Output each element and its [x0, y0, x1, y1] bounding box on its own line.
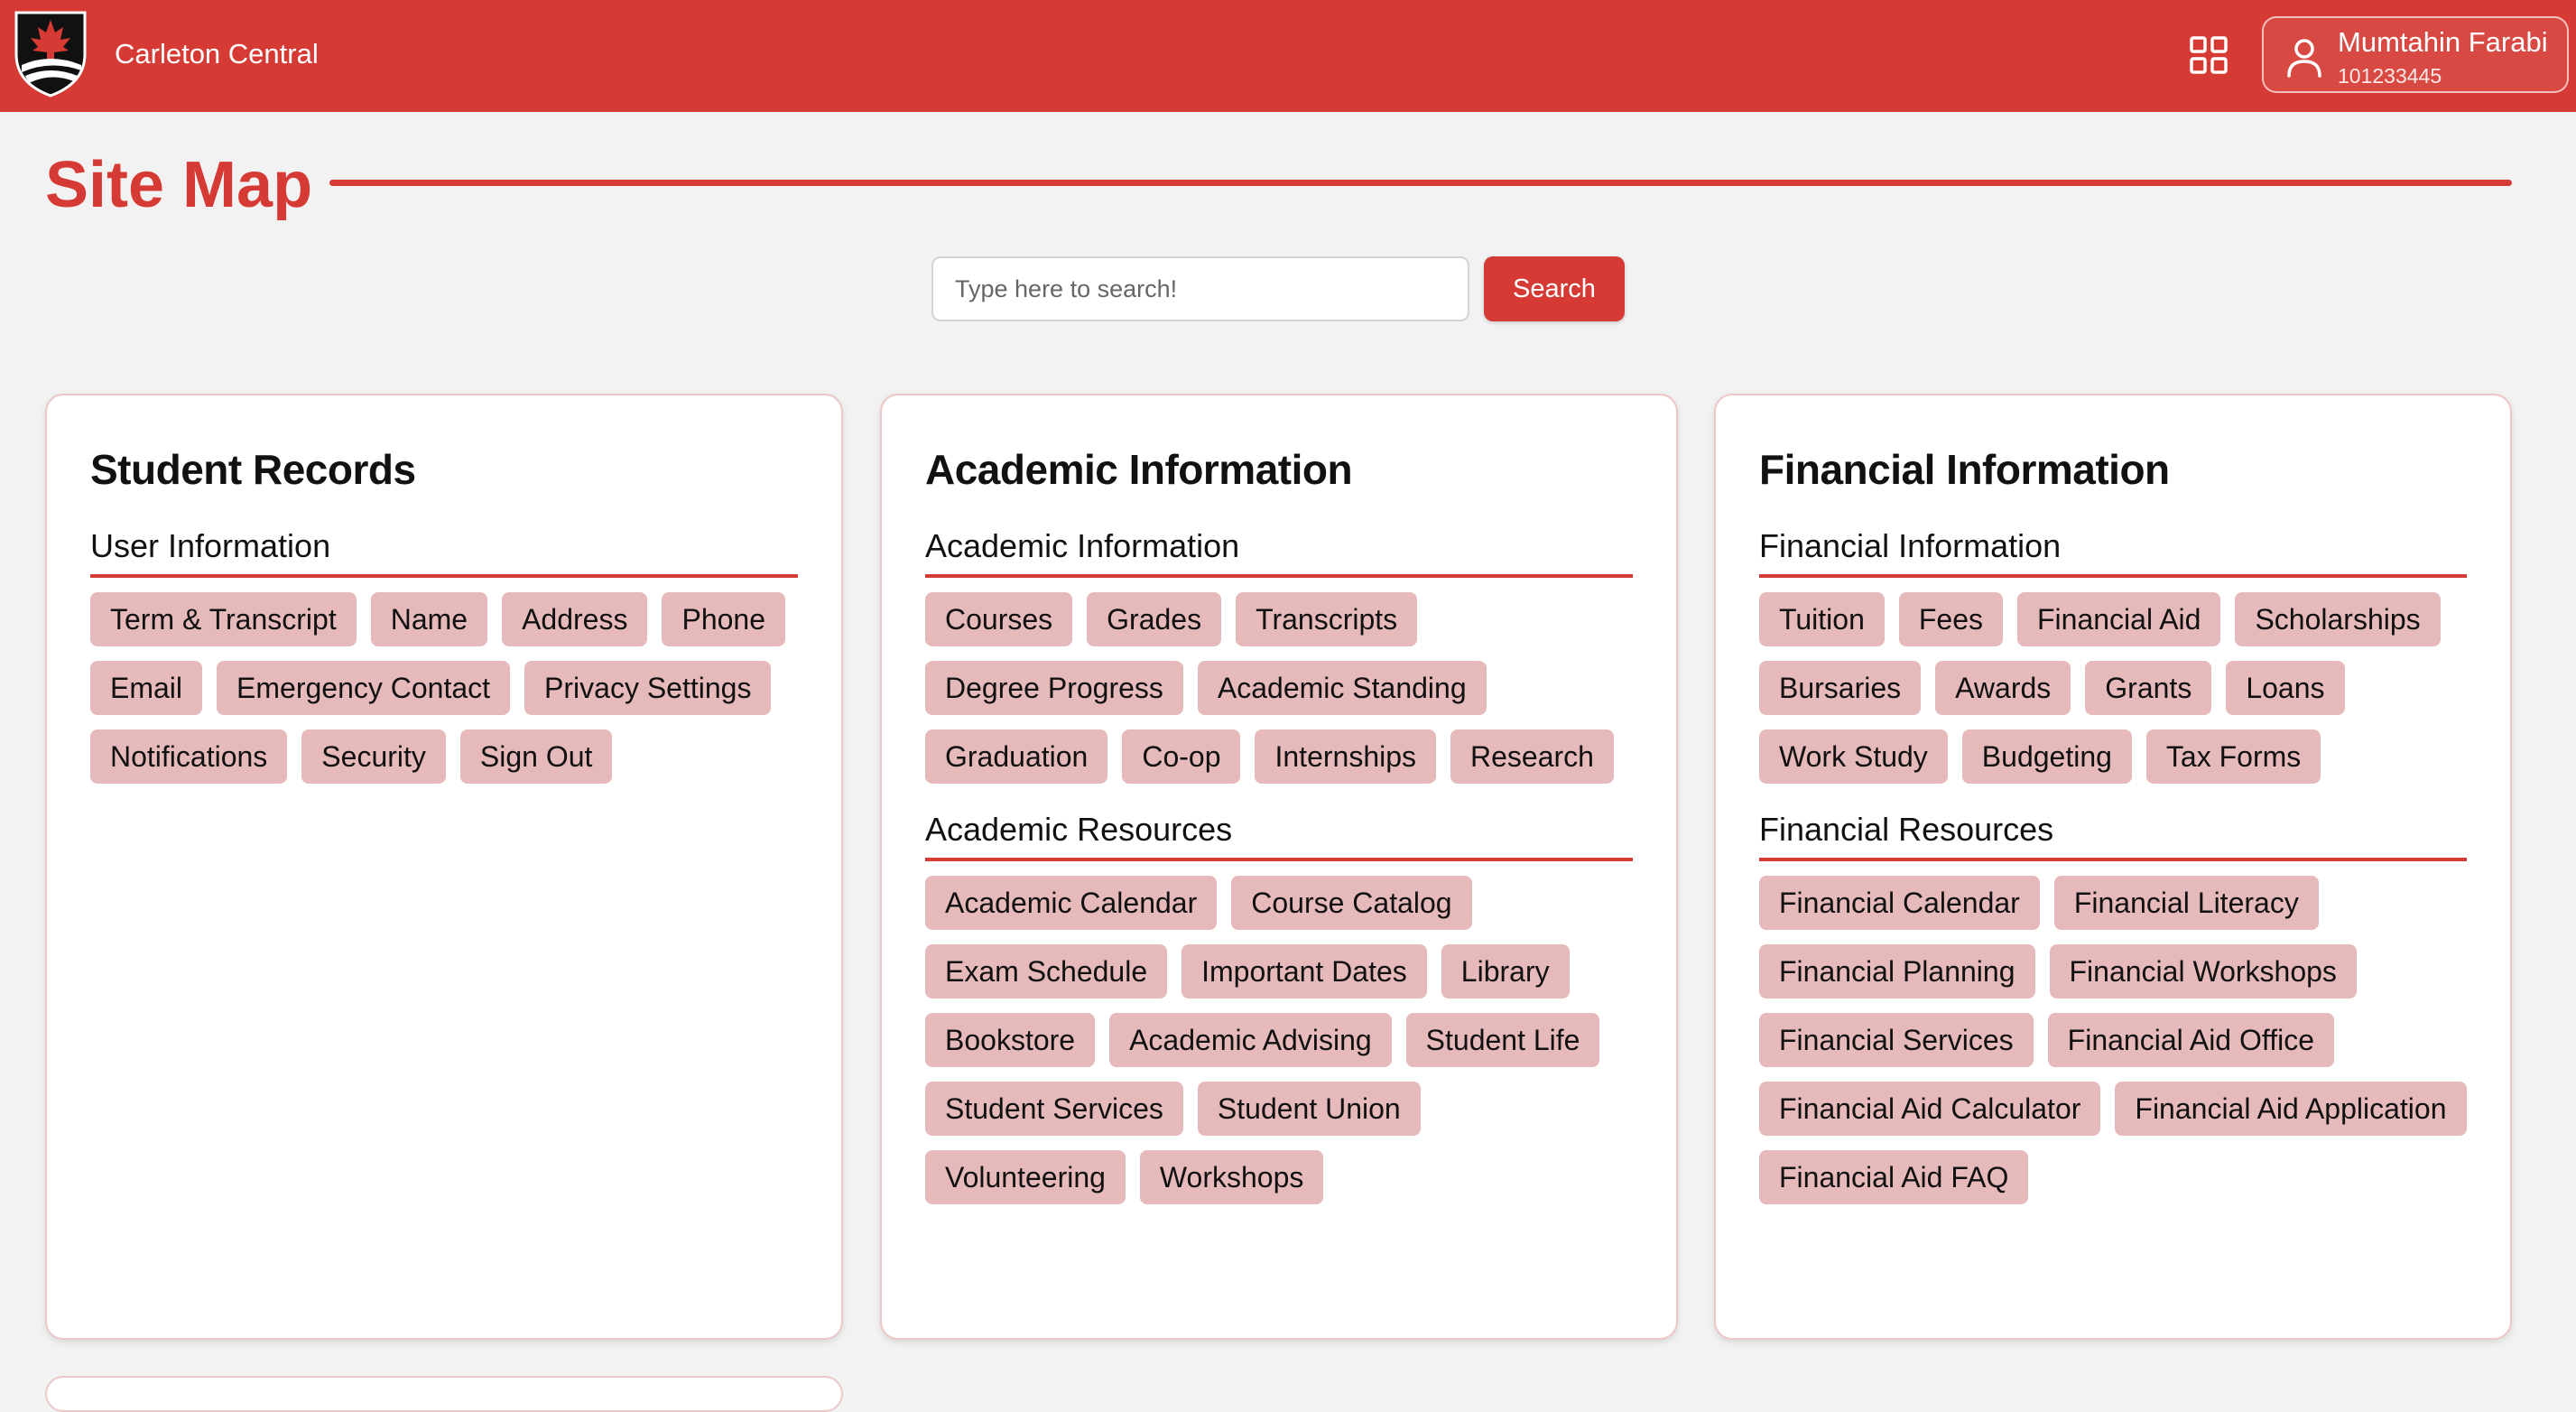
- apps-grid-button[interactable]: [2188, 34, 2229, 76]
- sitemap-link-chip[interactable]: Bookstore: [925, 1013, 1096, 1067]
- sitemap-link-chip[interactable]: Financial Aid Calculator: [1759, 1082, 2101, 1136]
- sitemap-link-chip[interactable]: Volunteering: [925, 1150, 1126, 1204]
- section-title: Academic Information: [925, 525, 1633, 578]
- link-list: Academic Calendar Course Catalog Exam Sche…: [925, 876, 1633, 1204]
- sitemap-link-chip[interactable]: Co-op: [1122, 729, 1241, 784]
- app-title[interactable]: Carleton Central: [115, 36, 319, 72]
- link-list: Tuition Fees Financial Aid Scholarships Burs…: [1759, 592, 2467, 784]
- sitemap-link-chip[interactable]: Financial Aid FAQ: [1759, 1150, 2029, 1204]
- card-partial-next-row: [45, 1376, 843, 1412]
- sitemap-link-chip[interactable]: Financial Workshops: [2049, 944, 2357, 999]
- sitemap-link-chip[interactable]: Awards: [1935, 661, 2071, 715]
- sitemap-link-chip[interactable]: Financial Calendar: [1759, 876, 2040, 930]
- sitemap-link-chip[interactable]: Sign Out: [459, 729, 613, 784]
- sitemap-link-chip[interactable]: Budgeting: [1961, 729, 2132, 784]
- sitemap-link-chip[interactable]: Financial Aid: [2017, 592, 2221, 646]
- user-icon: [2287, 39, 2321, 78]
- section-academic-resources: Academic Resources Academic Calendar Cour…: [925, 809, 1633, 1204]
- sitemap-link-chip[interactable]: Email: [90, 661, 203, 715]
- sitemap-link-chip[interactable]: Notifications: [90, 729, 288, 784]
- section-user-information: User Information Term & Transcript Name Ad…: [90, 525, 798, 784]
- sitemap-link-chip[interactable]: Transcripts: [1236, 592, 1418, 646]
- carleton-shield-logo-icon[interactable]: [13, 7, 88, 98]
- sitemap-link-chip[interactable]: Degree Progress: [925, 661, 1183, 715]
- sitemap-link-chip[interactable]: Bursaries: [1759, 661, 1922, 715]
- sitemap-link-chip[interactable]: Address: [502, 592, 648, 646]
- card-title: Financial Information: [1759, 446, 2170, 493]
- sitemap-link-chip[interactable]: Academic Standing: [1197, 661, 1487, 715]
- section-title: Financial Resources: [1759, 809, 2467, 861]
- sitemap-link-chip[interactable]: Exam Schedule: [925, 944, 1168, 999]
- sitemap-link-chip[interactable]: Financial Aid Application: [2115, 1082, 2467, 1136]
- sitemap-link-chip[interactable]: Grades: [1087, 592, 1222, 646]
- sitemap-link-chip[interactable]: Workshops: [1139, 1150, 1324, 1204]
- section-title: Financial Information: [1759, 525, 2467, 578]
- card-title: Student Records: [90, 446, 416, 493]
- sitemap-link-chip[interactable]: Internships: [1255, 729, 1437, 784]
- section-title: Academic Resources: [925, 809, 1633, 861]
- sitemap-link-chip[interactable]: Phone: [662, 592, 785, 646]
- sitemap-link-chip[interactable]: Financial Aid Office: [2047, 1013, 2334, 1067]
- page-title: Site Map: [45, 149, 313, 221]
- top-bar: Carleton Central Mumtahin Farabi 1012334…: [0, 0, 2576, 112]
- sitemap-link-chip[interactable]: Student Services: [925, 1082, 1183, 1136]
- section-academic-information: Academic Information Courses Grades Transc…: [925, 525, 1633, 784]
- apps-grid-icon: [2190, 36, 2228, 74]
- card-student-records: Student Records User Information Term & …: [45, 394, 843, 1340]
- card-financial-information: Financial Information Financial Informat…: [1714, 394, 2512, 1340]
- sitemap-link-chip[interactable]: Student Union: [1197, 1082, 1421, 1136]
- sitemap-link-chip[interactable]: Course Catalog: [1231, 876, 1472, 930]
- section-financial-resources: Financial Resources Financial Calendar Fi…: [1759, 809, 2467, 1204]
- sitemap-link-chip[interactable]: Financial Literacy: [2053, 876, 2319, 930]
- card-academic-information: Academic Information Academic Informatio…: [880, 394, 1678, 1340]
- sitemap-link-chip[interactable]: Tuition: [1759, 592, 1885, 646]
- sitemap-link-chip[interactable]: Financial Services: [1759, 1013, 2034, 1067]
- sitemap-link-chip[interactable]: Privacy Settings: [524, 661, 772, 715]
- section-title: User Information: [90, 525, 798, 578]
- user-profile-button[interactable]: Mumtahin Farabi 101233445: [2262, 16, 2569, 93]
- card-title: Academic Information: [925, 446, 1353, 493]
- sitemap-link-chip[interactable]: Work Study: [1759, 729, 1948, 784]
- sitemap-link-chip[interactable]: Emergency Contact: [217, 661, 511, 715]
- link-list: Financial Calendar Financial Literacy Fina…: [1759, 876, 2467, 1204]
- search-button[interactable]: Search: [1484, 256, 1625, 321]
- section-financial-information: Financial Information Tuition Fees Financi…: [1759, 525, 2467, 784]
- sitemap-link-chip[interactable]: Grants: [2085, 661, 2212, 715]
- user-name: Mumtahin Farabi: [2338, 26, 2548, 58]
- sitemap-link-chip[interactable]: Fees: [1898, 592, 2003, 646]
- search-input[interactable]: [931, 256, 1469, 321]
- link-list: Courses Grades Transcripts Degree Progress A…: [925, 592, 1633, 784]
- sitemap-link-chip[interactable]: Graduation: [925, 729, 1108, 784]
- sitemap-link-chip[interactable]: Loans: [2226, 661, 2345, 715]
- user-id: 101233445: [2338, 64, 2442, 88]
- sitemap-link-chip[interactable]: Name: [370, 592, 488, 646]
- sitemap-link-chip[interactable]: Financial Planning: [1759, 944, 2035, 999]
- sitemap-link-chip[interactable]: Student Life: [1405, 1013, 1600, 1067]
- sitemap-link-chip[interactable]: Courses: [925, 592, 1073, 646]
- sitemap-link-chip[interactable]: Academic Advising: [1109, 1013, 1392, 1067]
- link-list: Term & Transcript Name Address Phone Email Em…: [90, 592, 798, 784]
- title-divider: [329, 180, 2512, 186]
- sitemap-link-chip[interactable]: Important Dates: [1181, 944, 1427, 999]
- sitemap-link-chip[interactable]: Research: [1450, 729, 1614, 784]
- sitemap-link-chip[interactable]: Term & Transcript: [90, 592, 357, 646]
- sitemap-link-chip[interactable]: Library: [1441, 944, 1570, 999]
- sitemap-link-chip[interactable]: Security: [301, 729, 446, 784]
- sitemap-link-chip[interactable]: Scholarships: [2235, 592, 2441, 646]
- sitemap-link-chip[interactable]: Academic Calendar: [925, 876, 1218, 930]
- sitemap-link-chip[interactable]: Tax Forms: [2145, 729, 2321, 784]
